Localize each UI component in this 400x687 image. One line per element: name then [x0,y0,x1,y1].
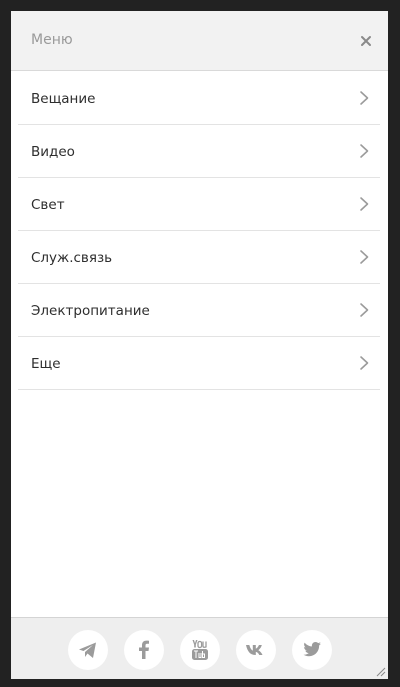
menu-header: Меню [11,11,388,71]
social-footer [11,617,388,679]
telegram-icon [79,642,96,658]
vk-icon [246,645,263,655]
resize-grip-icon[interactable] [374,665,386,677]
menu-item-label: Электропитание [31,303,150,319]
chevron-right-icon [360,356,369,370]
menu-item-label: Свет [31,197,65,213]
menu-item-video[interactable]: Видео [18,125,380,178]
chevron-right-icon [360,91,369,105]
menu-item-label: Видео [31,144,75,160]
telegram-button[interactable] [68,630,108,670]
menu-panel: Меню Вещание Видео Свет Служ.связь Элект… [11,11,388,679]
close-icon [361,36,371,46]
menu-item-more[interactable]: Еще [18,337,380,390]
facebook-button[interactable] [124,630,164,670]
chevron-right-icon [360,144,369,158]
chevron-right-icon [360,303,369,317]
facebook-icon [139,640,149,659]
menu-item-power[interactable]: Электропитание [18,284,380,337]
vk-button[interactable] [236,630,276,670]
youtube-button[interactable] [180,630,220,670]
close-button[interactable] [354,29,378,53]
twitter-icon [303,642,321,657]
menu-item-service-comm[interactable]: Служ.связь [18,231,380,284]
menu-item-light[interactable]: Свет [18,178,380,231]
twitter-button[interactable] [292,630,332,670]
chevron-right-icon [360,197,369,211]
menu-item-label: Служ.связь [31,250,113,266]
menu-list: Вещание Видео Свет Служ.связь Электропит… [18,72,380,390]
menu-item-label: Еще [31,356,61,372]
chevron-right-icon [360,250,369,264]
youtube-icon [192,640,208,660]
menu-title: Меню [31,32,73,48]
menu-item-label: Вещание [31,91,96,107]
menu-item-broadcast[interactable]: Вещание [18,72,380,125]
